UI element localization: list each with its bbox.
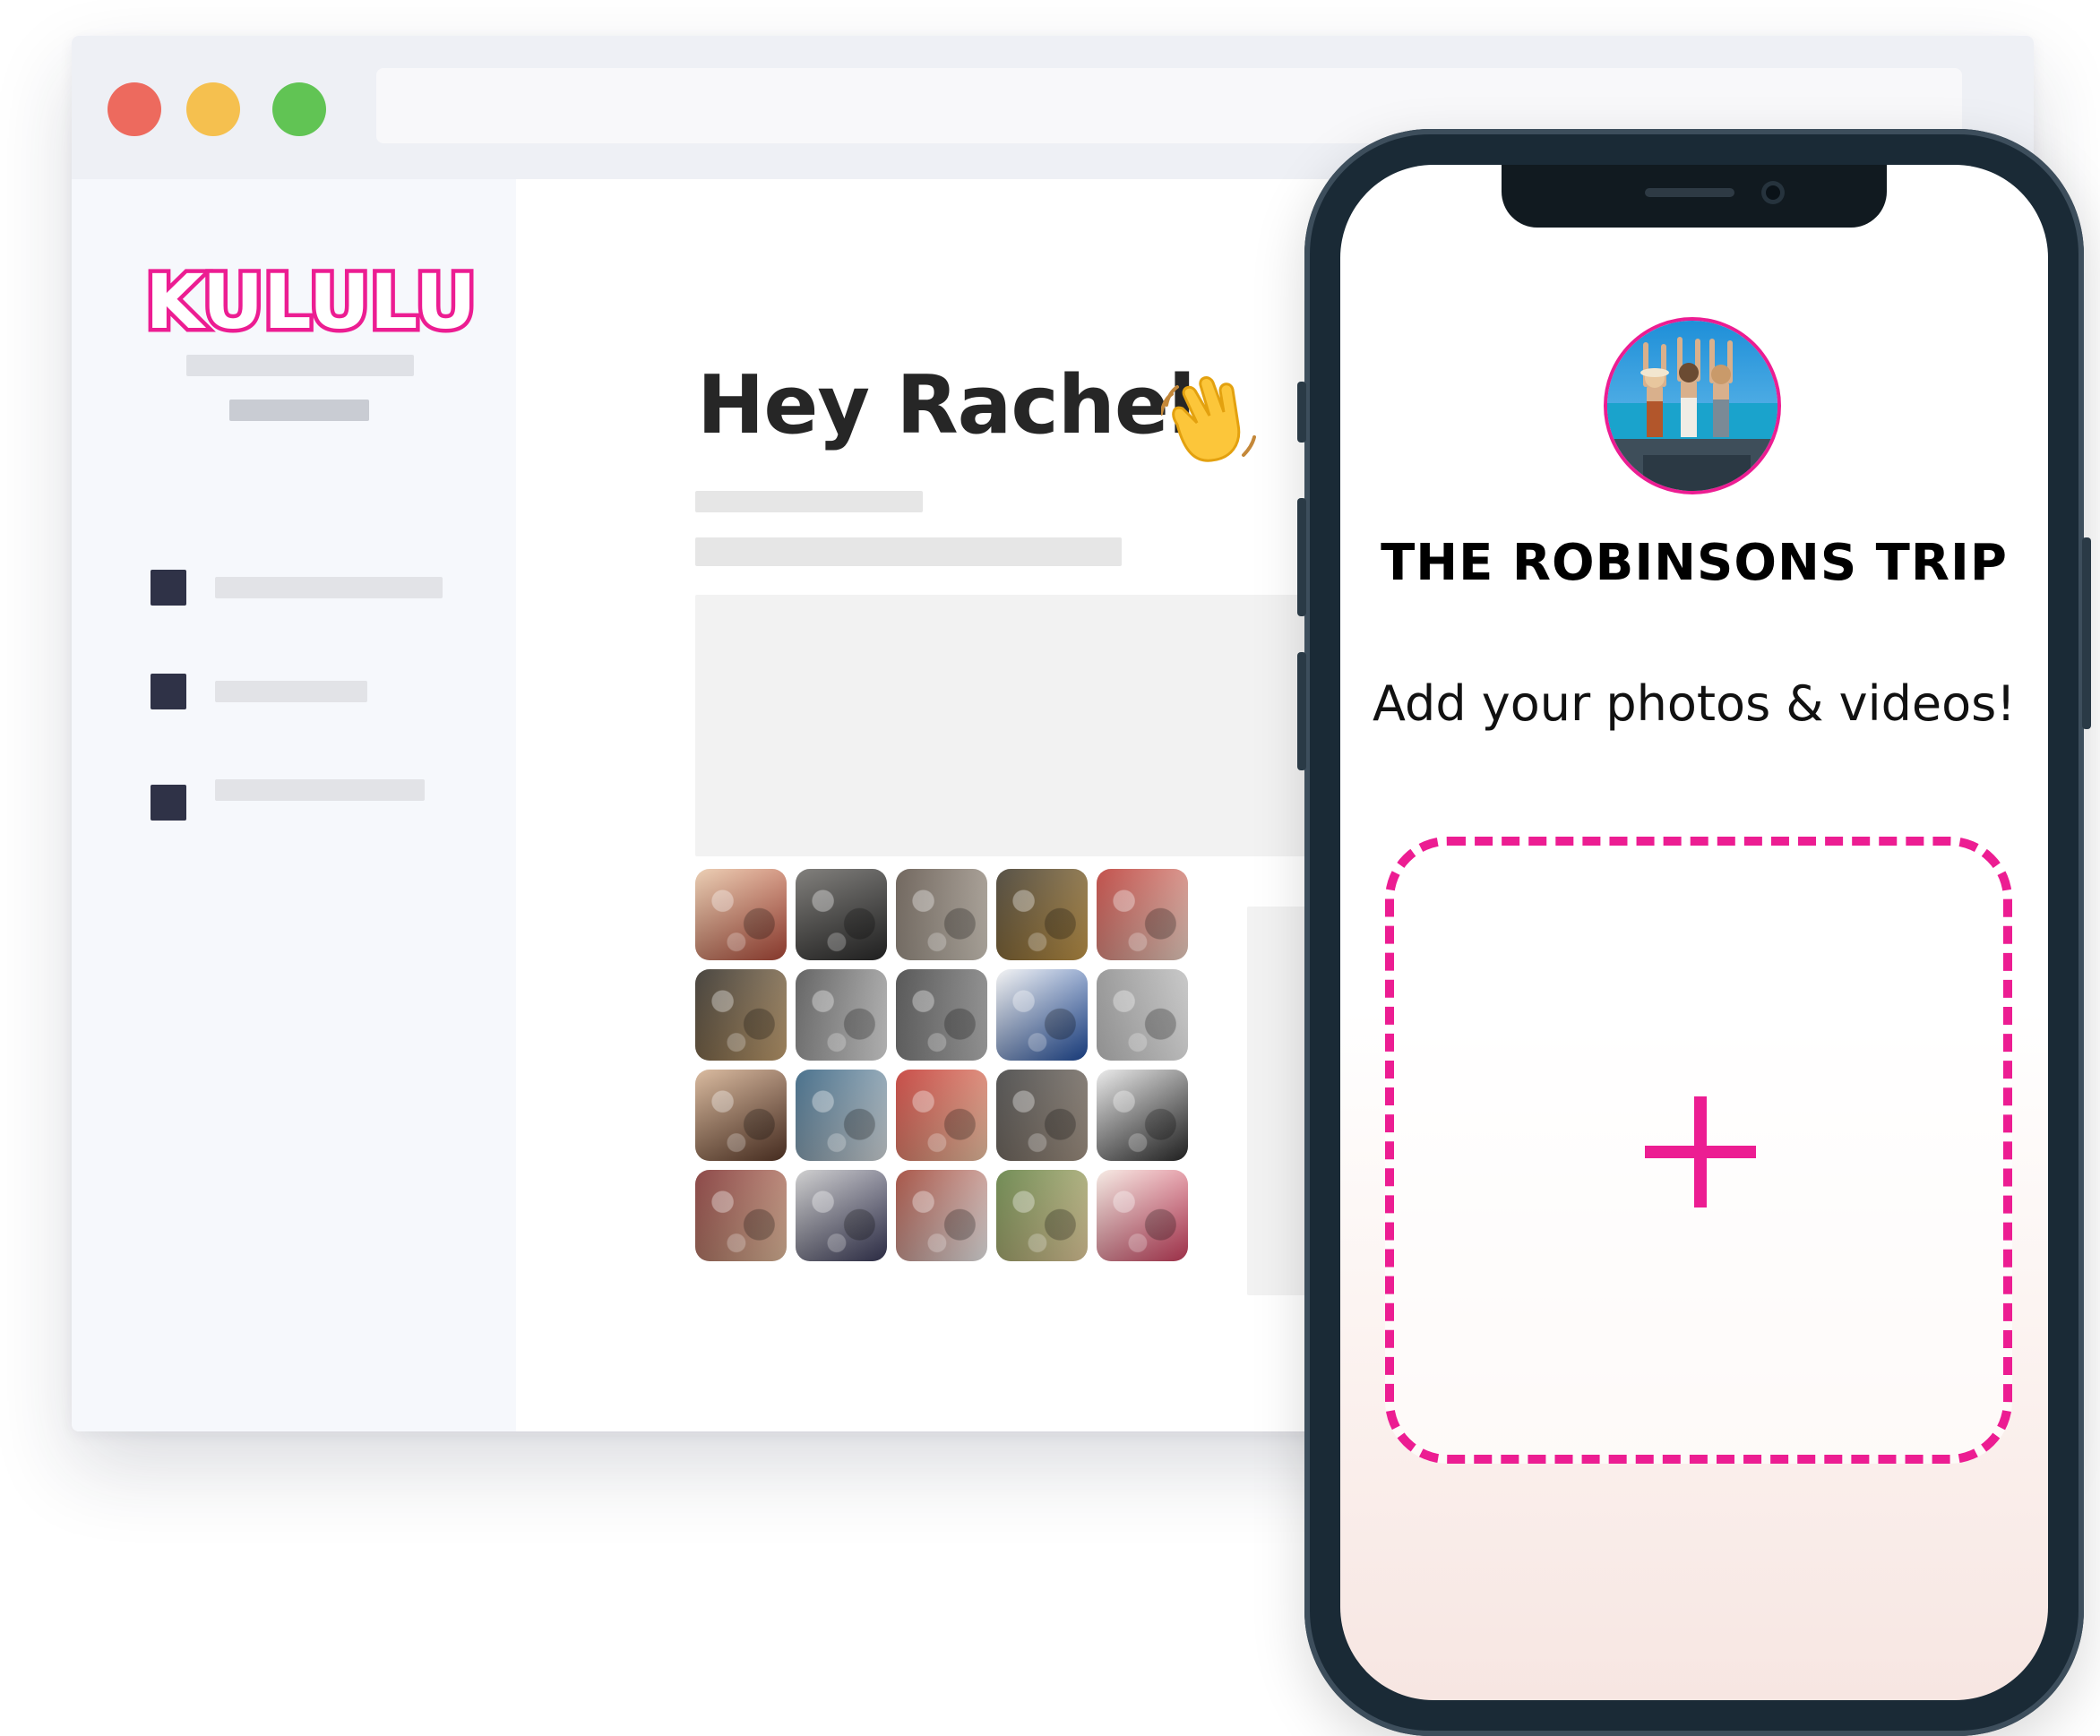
gallery-photo[interactable] — [796, 969, 887, 1061]
text-placeholder-short — [695, 491, 923, 512]
gallery-photo[interactable] — [1097, 1070, 1188, 1161]
phone-silent-switch — [1297, 382, 1306, 443]
gallery-photo[interactable] — [896, 1070, 987, 1161]
gallery-photo[interactable] — [996, 1170, 1088, 1261]
phone-volume-up — [1297, 498, 1306, 616]
trip-avatar[interactable] — [1604, 317, 1781, 494]
phone-notch — [1502, 165, 1887, 228]
gallery-photo[interactable] — [896, 869, 987, 960]
gallery-photo[interactable] — [1097, 969, 1188, 1061]
gallery-photo[interactable] — [1097, 1170, 1188, 1261]
user-role-placeholder — [229, 400, 369, 421]
gallery-photo[interactable] — [896, 1170, 987, 1261]
square-icon — [151, 674, 186, 709]
maximize-window-button[interactable] — [272, 82, 326, 136]
gallery-photo[interactable] — [796, 1070, 887, 1161]
sidebar-item-label-placeholder — [215, 779, 425, 801]
gallery-photo[interactable] — [996, 969, 1088, 1061]
square-icon — [151, 785, 186, 821]
upload-prompt: Add your photos & videos! — [1373, 675, 2016, 732]
phone-screen: THE ROBINSONS TRIP Add your photos & vid… — [1340, 165, 2048, 1700]
greeting-heading: Hey Rachel — [697, 358, 1196, 452]
gallery-photo[interactable] — [695, 1070, 787, 1161]
close-window-button[interactable] — [108, 82, 161, 136]
camera-icon — [1761, 181, 1785, 204]
gallery-photo[interactable] — [695, 869, 787, 960]
waving-hand-icon — [1161, 376, 1256, 462]
sidebar: KULULU — [72, 179, 516, 1431]
friends-on-car-image — [1607, 321, 1777, 491]
kululu-logo[interactable]: KULULU — [147, 260, 475, 346]
gallery-photo[interactable] — [796, 1170, 887, 1261]
gallery-photo[interactable] — [796, 869, 887, 960]
sidebar-item-label-placeholder — [215, 577, 443, 598]
text-placeholder-long — [695, 537, 1122, 566]
user-name-placeholder — [186, 355, 414, 376]
gallery-photo[interactable] — [695, 969, 787, 1061]
logo-text: KULULU — [147, 260, 475, 346]
square-icon — [151, 570, 186, 606]
sidebar-item-label-placeholder — [215, 681, 367, 702]
upload-dropzone[interactable] — [1385, 837, 2012, 1464]
phone-power-button — [2082, 537, 2091, 729]
phone-mockup: THE ROBINSONS TRIP Add your photos & vid… — [1297, 129, 2091, 1736]
gallery-photo[interactable] — [695, 1170, 787, 1261]
minimize-window-button[interactable] — [186, 82, 240, 136]
phone-volume-down — [1297, 652, 1306, 770]
photo-gallery — [695, 869, 1188, 1261]
gallery-photo[interactable] — [1097, 869, 1188, 960]
gallery-photo[interactable] — [996, 869, 1088, 960]
gallery-photo[interactable] — [996, 1070, 1088, 1161]
trip-title: THE ROBINSONS TRIP — [1381, 534, 2008, 592]
speaker-grille — [1645, 188, 1734, 197]
gallery-photo[interactable] — [896, 969, 987, 1061]
